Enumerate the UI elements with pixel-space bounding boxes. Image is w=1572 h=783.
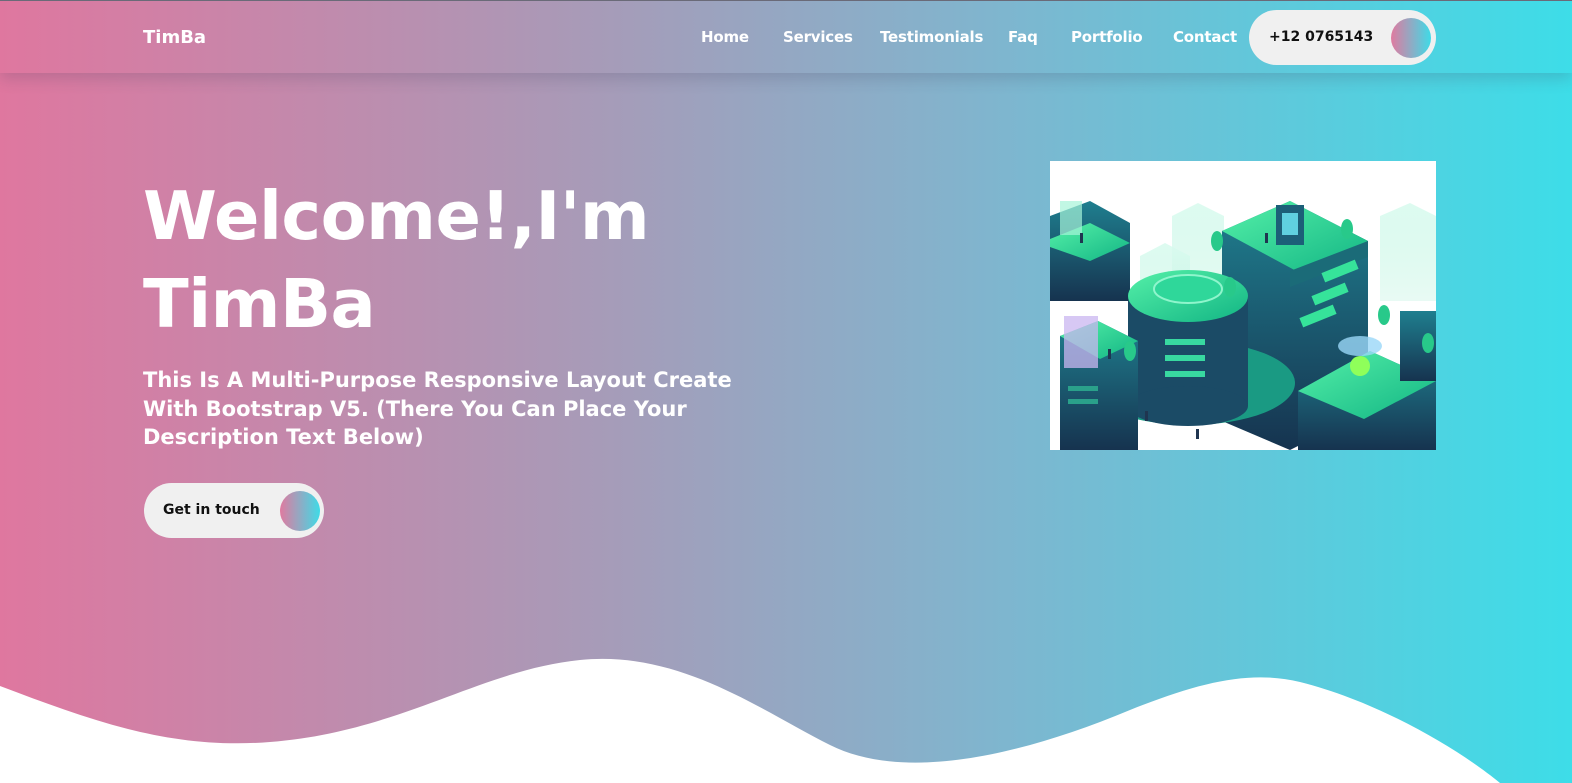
page: TimBa Home Services Testimonials Faq Por… bbox=[0, 0, 1572, 783]
nav-testimonials[interactable]: Testimonials bbox=[880, 28, 983, 46]
hero-title: Welcome!,I'm TimBa bbox=[143, 172, 763, 348]
nav-services[interactable]: Services bbox=[783, 28, 853, 46]
nav-contact[interactable]: Contact bbox=[1173, 28, 1237, 46]
hero-title-line1: Welcome!,I'm bbox=[143, 177, 650, 255]
get-in-touch-label: Get in touch bbox=[163, 502, 260, 518]
hero-title-line2: TimBa bbox=[143, 265, 376, 343]
navbar: TimBa Home Services Testimonials Faq Por… bbox=[0, 1, 1572, 73]
phone-number: +12 0765143 bbox=[1269, 29, 1374, 45]
nav-home[interactable]: Home bbox=[701, 28, 749, 46]
isometric-city-illustration bbox=[1050, 161, 1436, 450]
gradient-circle-icon bbox=[1391, 18, 1431, 58]
bottom-wave bbox=[0, 658, 1500, 783]
phone-button[interactable]: +12 0765143 bbox=[1249, 10, 1436, 65]
get-in-touch-button[interactable]: Get in touch bbox=[144, 483, 324, 538]
hero-description: This Is A Multi-Purpose Responsive Layou… bbox=[143, 368, 732, 449]
gradient-circle-icon bbox=[280, 491, 320, 531]
nav-faq[interactable]: Faq bbox=[1008, 28, 1038, 46]
city-illustration-svg bbox=[1050, 161, 1436, 450]
nav-portfolio[interactable]: Portfolio bbox=[1071, 28, 1143, 46]
